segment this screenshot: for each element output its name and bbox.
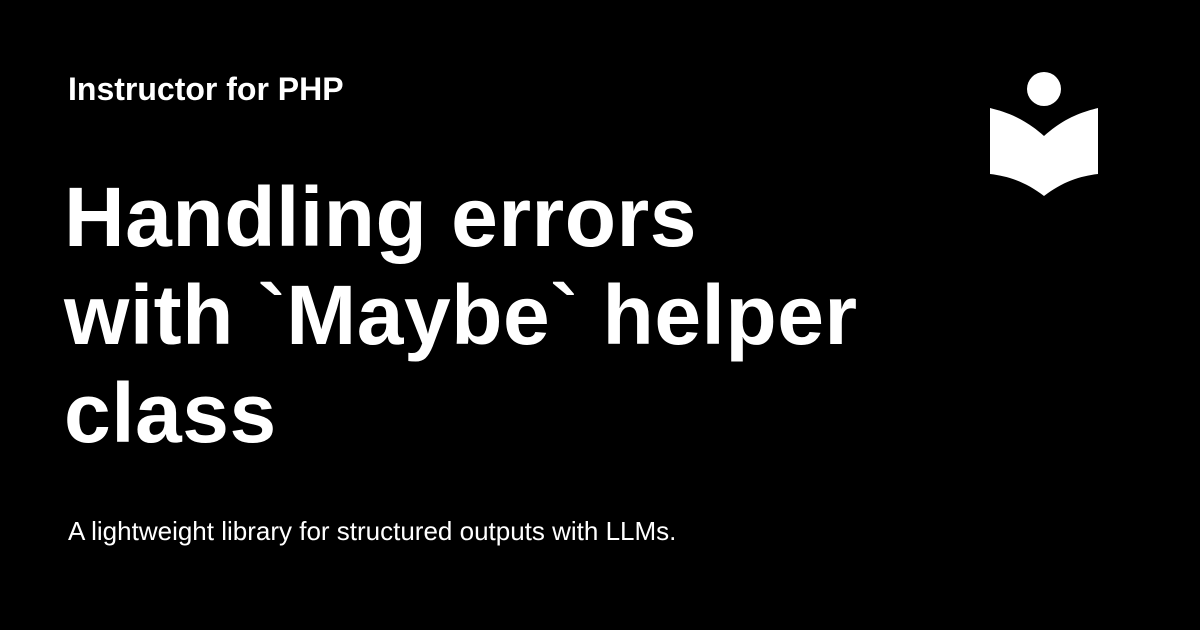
page-description: A lightweight library for structured out… bbox=[68, 516, 677, 546]
open-book-shape bbox=[990, 108, 1098, 196]
page-title-line: class bbox=[64, 366, 277, 460]
reader-book-icon bbox=[990, 72, 1098, 196]
page-title-line: Handling errors bbox=[64, 170, 697, 264]
site-name: Instructor for PHP bbox=[68, 71, 344, 107]
page-title: Handling errors with `Maybe` helper clas… bbox=[64, 168, 944, 462]
page-title-line: with `Maybe` helper bbox=[64, 268, 858, 362]
social-card: Instructor for PHP Handling errors with … bbox=[0, 0, 1200, 630]
reader-head-shape bbox=[1027, 72, 1061, 106]
